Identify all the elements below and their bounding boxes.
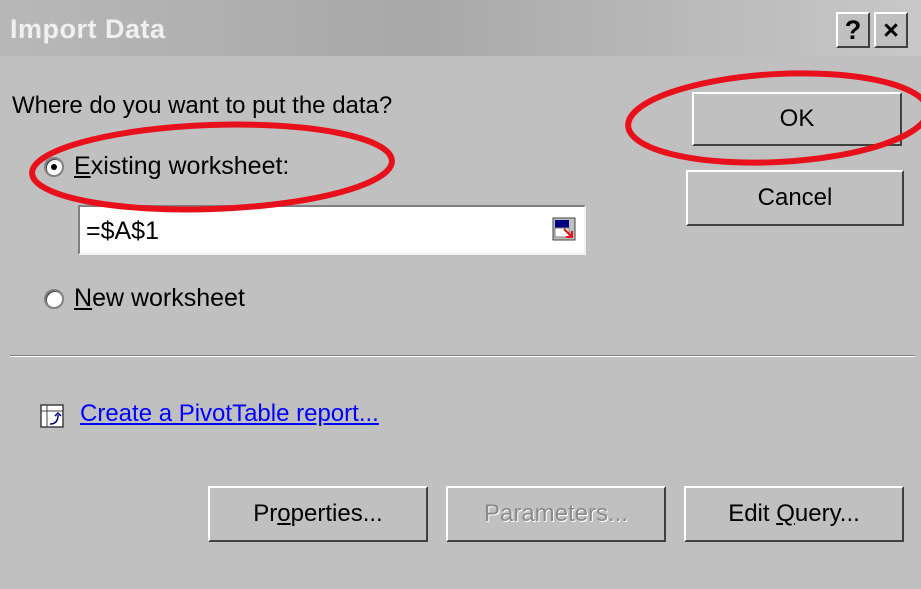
ok-button[interactable]: OK xyxy=(692,92,902,146)
cell-reference-value: =$A$1 xyxy=(86,217,159,245)
properties-button-label: Properties... xyxy=(253,500,383,527)
cancel-button[interactable]: Cancel xyxy=(686,170,904,226)
new-worksheet-option[interactable]: New worksheet xyxy=(44,284,245,313)
location-prompt: Where do you want to put the data? xyxy=(12,92,393,119)
existing-worksheet-radio[interactable] xyxy=(44,156,64,177)
parameters-button-label: Parameters... xyxy=(483,500,629,527)
new-worksheet-radio[interactable] xyxy=(44,288,64,309)
new-worksheet-label: New worksheet xyxy=(74,284,245,312)
existing-worksheet-option[interactable]: Existing worksheet: xyxy=(44,152,289,181)
cell-reference-input[interactable]: =$A$1 xyxy=(78,205,586,255)
parameters-button[interactable]: Parameters... xyxy=(446,486,666,542)
help-icon: ? xyxy=(844,15,862,45)
help-button[interactable]: ? xyxy=(836,12,870,48)
cancel-button-label: Cancel xyxy=(757,184,833,211)
close-button[interactable]: × xyxy=(874,12,908,48)
properties-button[interactable]: Properties... xyxy=(208,486,428,542)
existing-worksheet-label: Existing worksheet: xyxy=(74,152,290,180)
create-pivottable-link[interactable]: Create a PivotTable report... xyxy=(80,400,379,428)
edit-query-button-label: Edit Query... xyxy=(728,500,860,527)
title-bar: Import Data ? × xyxy=(0,0,921,56)
dialog-title: Import Data xyxy=(10,14,166,44)
pivot-table-icon xyxy=(40,404,64,428)
separator xyxy=(10,355,915,357)
ok-button-label: OK xyxy=(779,105,815,132)
collapse-dialog-icon[interactable] xyxy=(552,217,576,241)
close-icon: × xyxy=(883,15,899,45)
edit-query-button[interactable]: Edit Query... xyxy=(684,486,904,542)
